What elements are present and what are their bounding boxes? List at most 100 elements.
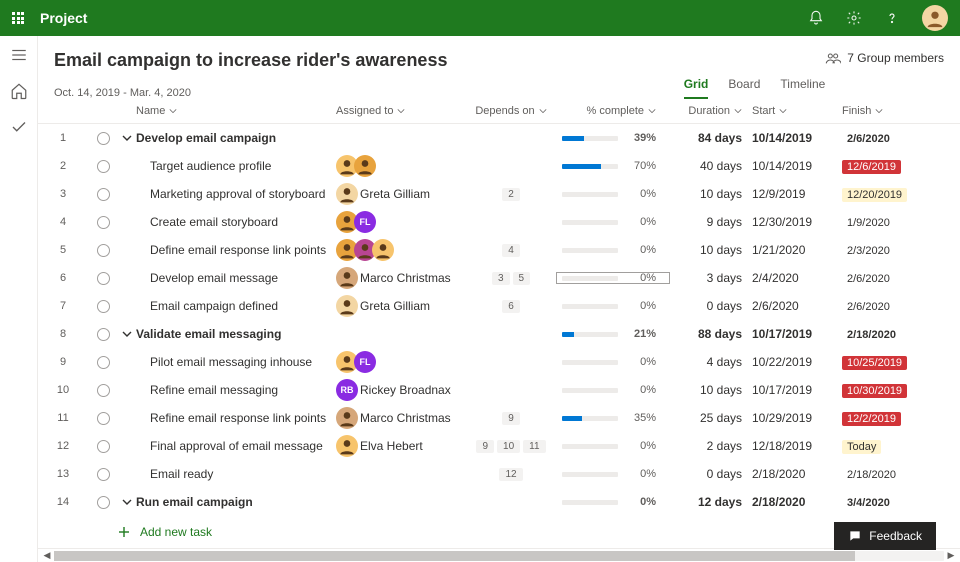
start-cell[interactable]: 2/18/2020 (752, 467, 842, 481)
finish-cell[interactable]: 2/6/2020 (842, 299, 960, 314)
start-cell[interactable]: 2/4/2020 (752, 271, 842, 285)
task-row[interactable]: 13Email ready120%0 days2/18/20202/18/202… (38, 460, 960, 488)
task-name[interactable]: Refine email response link points (136, 411, 336, 425)
home-icon[interactable] (10, 82, 28, 100)
duration-cell[interactable]: 12 days (670, 495, 752, 509)
finish-cell[interactable]: 10/30/2019 (842, 383, 960, 398)
assigned-cell[interactable]: Elva Hebert (336, 435, 466, 457)
task-row[interactable]: 11Refine email response link pointsMarco… (38, 404, 960, 432)
finish-cell[interactable]: 2/3/2020 (842, 243, 960, 258)
task-name[interactable]: Pilot email messaging inhouse (136, 355, 336, 369)
assigned-cell[interactable]: FL (336, 211, 466, 233)
depends-cell[interactable]: 91011 (466, 440, 556, 453)
task-row[interactable]: 12Final approval of email messageElva He… (38, 432, 960, 460)
start-cell[interactable]: 12/9/2019 (752, 187, 842, 201)
duration-cell[interactable]: 10 days (670, 187, 752, 201)
menu-icon[interactable] (10, 46, 28, 64)
complete-toggle[interactable] (97, 216, 110, 229)
task-row[interactable]: 1Develop email campaign39%84 days10/14/2… (38, 124, 960, 152)
start-cell[interactable]: 2/18/2020 (752, 495, 842, 509)
task-name[interactable]: Run email campaign (136, 495, 336, 509)
col-assigned[interactable]: Assigned to (336, 105, 466, 117)
complete-toggle[interactable] (97, 160, 110, 173)
col-duration[interactable]: Duration (670, 105, 752, 117)
task-name[interactable]: Define email response link points (136, 243, 336, 257)
start-cell[interactable]: 10/29/2019 (752, 411, 842, 425)
assigned-cell[interactable]: Marco Christmas (336, 407, 466, 429)
assigned-cell[interactable]: RBRickey Broadnax (336, 379, 466, 401)
start-cell[interactable]: 12/30/2019 (752, 215, 842, 229)
depends-cell[interactable]: 35 (466, 272, 556, 285)
project-title[interactable]: Email campaign to increase rider's aware… (54, 50, 825, 71)
complete-toggle[interactable] (97, 440, 110, 453)
finish-cell[interactable]: 10/25/2019 (842, 355, 960, 370)
task-row[interactable]: 8Validate email messaging21%88 days10/17… (38, 320, 960, 348)
task-name[interactable]: Email campaign defined (136, 299, 336, 313)
percent-cell[interactable]: 0% (556, 468, 670, 480)
task-row[interactable]: 7Email campaign definedGreta Gilliam60%0… (38, 292, 960, 320)
task-row[interactable]: 14Run email campaign0%12 days2/18/20203/… (38, 488, 960, 516)
finish-cell[interactable]: 2/6/2020 (842, 131, 960, 146)
scroll-left-icon[interactable]: ◀ (40, 550, 54, 561)
depends-cell[interactable]: 6 (466, 300, 556, 313)
duration-cell[interactable]: 40 days (670, 159, 752, 173)
scroll-thumb[interactable] (54, 551, 855, 561)
duration-cell[interactable]: 9 days (670, 215, 752, 229)
finish-cell[interactable]: 12/2/2019 (842, 411, 960, 426)
task-name[interactable]: Email ready (136, 467, 336, 481)
scroll-right-icon[interactable]: ▶ (944, 550, 958, 561)
col-pct[interactable]: % complete (556, 105, 670, 117)
complete-toggle[interactable] (97, 188, 110, 201)
task-row[interactable]: 10Refine email messagingRBRickey Broadna… (38, 376, 960, 404)
start-cell[interactable]: 10/14/2019 (752, 159, 842, 173)
complete-toggle[interactable] (97, 244, 110, 257)
duration-cell[interactable]: 0 days (670, 299, 752, 313)
task-name[interactable]: Marketing approval of storyboard (136, 187, 336, 201)
percent-cell[interactable]: 0% (556, 188, 670, 200)
duration-cell[interactable]: 25 days (670, 411, 752, 425)
duration-cell[interactable]: 4 days (670, 355, 752, 369)
assigned-cell[interactable]: Greta Gilliam (336, 183, 466, 205)
start-cell[interactable]: 1/21/2020 (752, 243, 842, 257)
start-cell[interactable]: 12/18/2019 (752, 439, 842, 453)
finish-cell[interactable]: Today (842, 439, 960, 454)
finish-cell[interactable]: 2/6/2020 (842, 271, 960, 286)
percent-cell[interactable]: 35% (556, 412, 670, 424)
chevron-down-icon[interactable] (122, 497, 132, 507)
complete-toggle[interactable] (97, 328, 110, 341)
task-name[interactable]: Create email storyboard (136, 215, 336, 229)
assigned-cell[interactable]: FL (336, 351, 466, 373)
percent-cell[interactable]: 0% (556, 216, 670, 228)
duration-cell[interactable]: 3 days (670, 271, 752, 285)
task-name[interactable]: Validate email messaging (136, 327, 336, 341)
duration-cell[interactable]: 88 days (670, 327, 752, 341)
chevron-down-icon[interactable] (122, 133, 132, 143)
col-start[interactable]: Start (752, 105, 842, 117)
horizontal-scrollbar[interactable]: ◀ ▶ (38, 548, 960, 562)
duration-cell[interactable]: 10 days (670, 383, 752, 397)
assigned-cell[interactable]: Marco Christmas (336, 267, 466, 289)
complete-toggle[interactable] (97, 496, 110, 509)
complete-toggle[interactable] (97, 272, 110, 285)
help-icon[interactable] (884, 10, 900, 26)
task-row[interactable]: 9Pilot email messaging inhouseFL0%4 days… (38, 348, 960, 376)
task-row[interactable]: 2Target audience profile70%40 days10/14/… (38, 152, 960, 180)
start-cell[interactable]: 2/6/2020 (752, 299, 842, 313)
assigned-cell[interactable] (336, 155, 466, 177)
finish-cell[interactable]: 12/6/2019 (842, 159, 960, 174)
task-name[interactable]: Target audience profile (136, 159, 336, 173)
feedback-button[interactable]: Feedback (834, 522, 936, 550)
duration-cell[interactable]: 2 days (670, 439, 752, 453)
percent-cell[interactable]: 0% (556, 440, 670, 452)
settings-icon[interactable] (846, 10, 862, 26)
start-cell[interactable]: 10/17/2019 (752, 327, 842, 341)
complete-toggle[interactable] (97, 384, 110, 397)
check-icon[interactable] (10, 118, 28, 136)
complete-toggle[interactable] (97, 412, 110, 425)
tab-timeline[interactable]: Timeline (780, 77, 825, 99)
add-task-button[interactable]: Add new task (38, 516, 960, 548)
notifications-icon[interactable] (808, 10, 824, 26)
task-row[interactable]: 5Define email response link points40%10 … (38, 236, 960, 264)
task-name[interactable]: Refine email messaging (136, 383, 336, 397)
task-row[interactable]: 6Develop email messageMarco Christmas350… (38, 264, 960, 292)
